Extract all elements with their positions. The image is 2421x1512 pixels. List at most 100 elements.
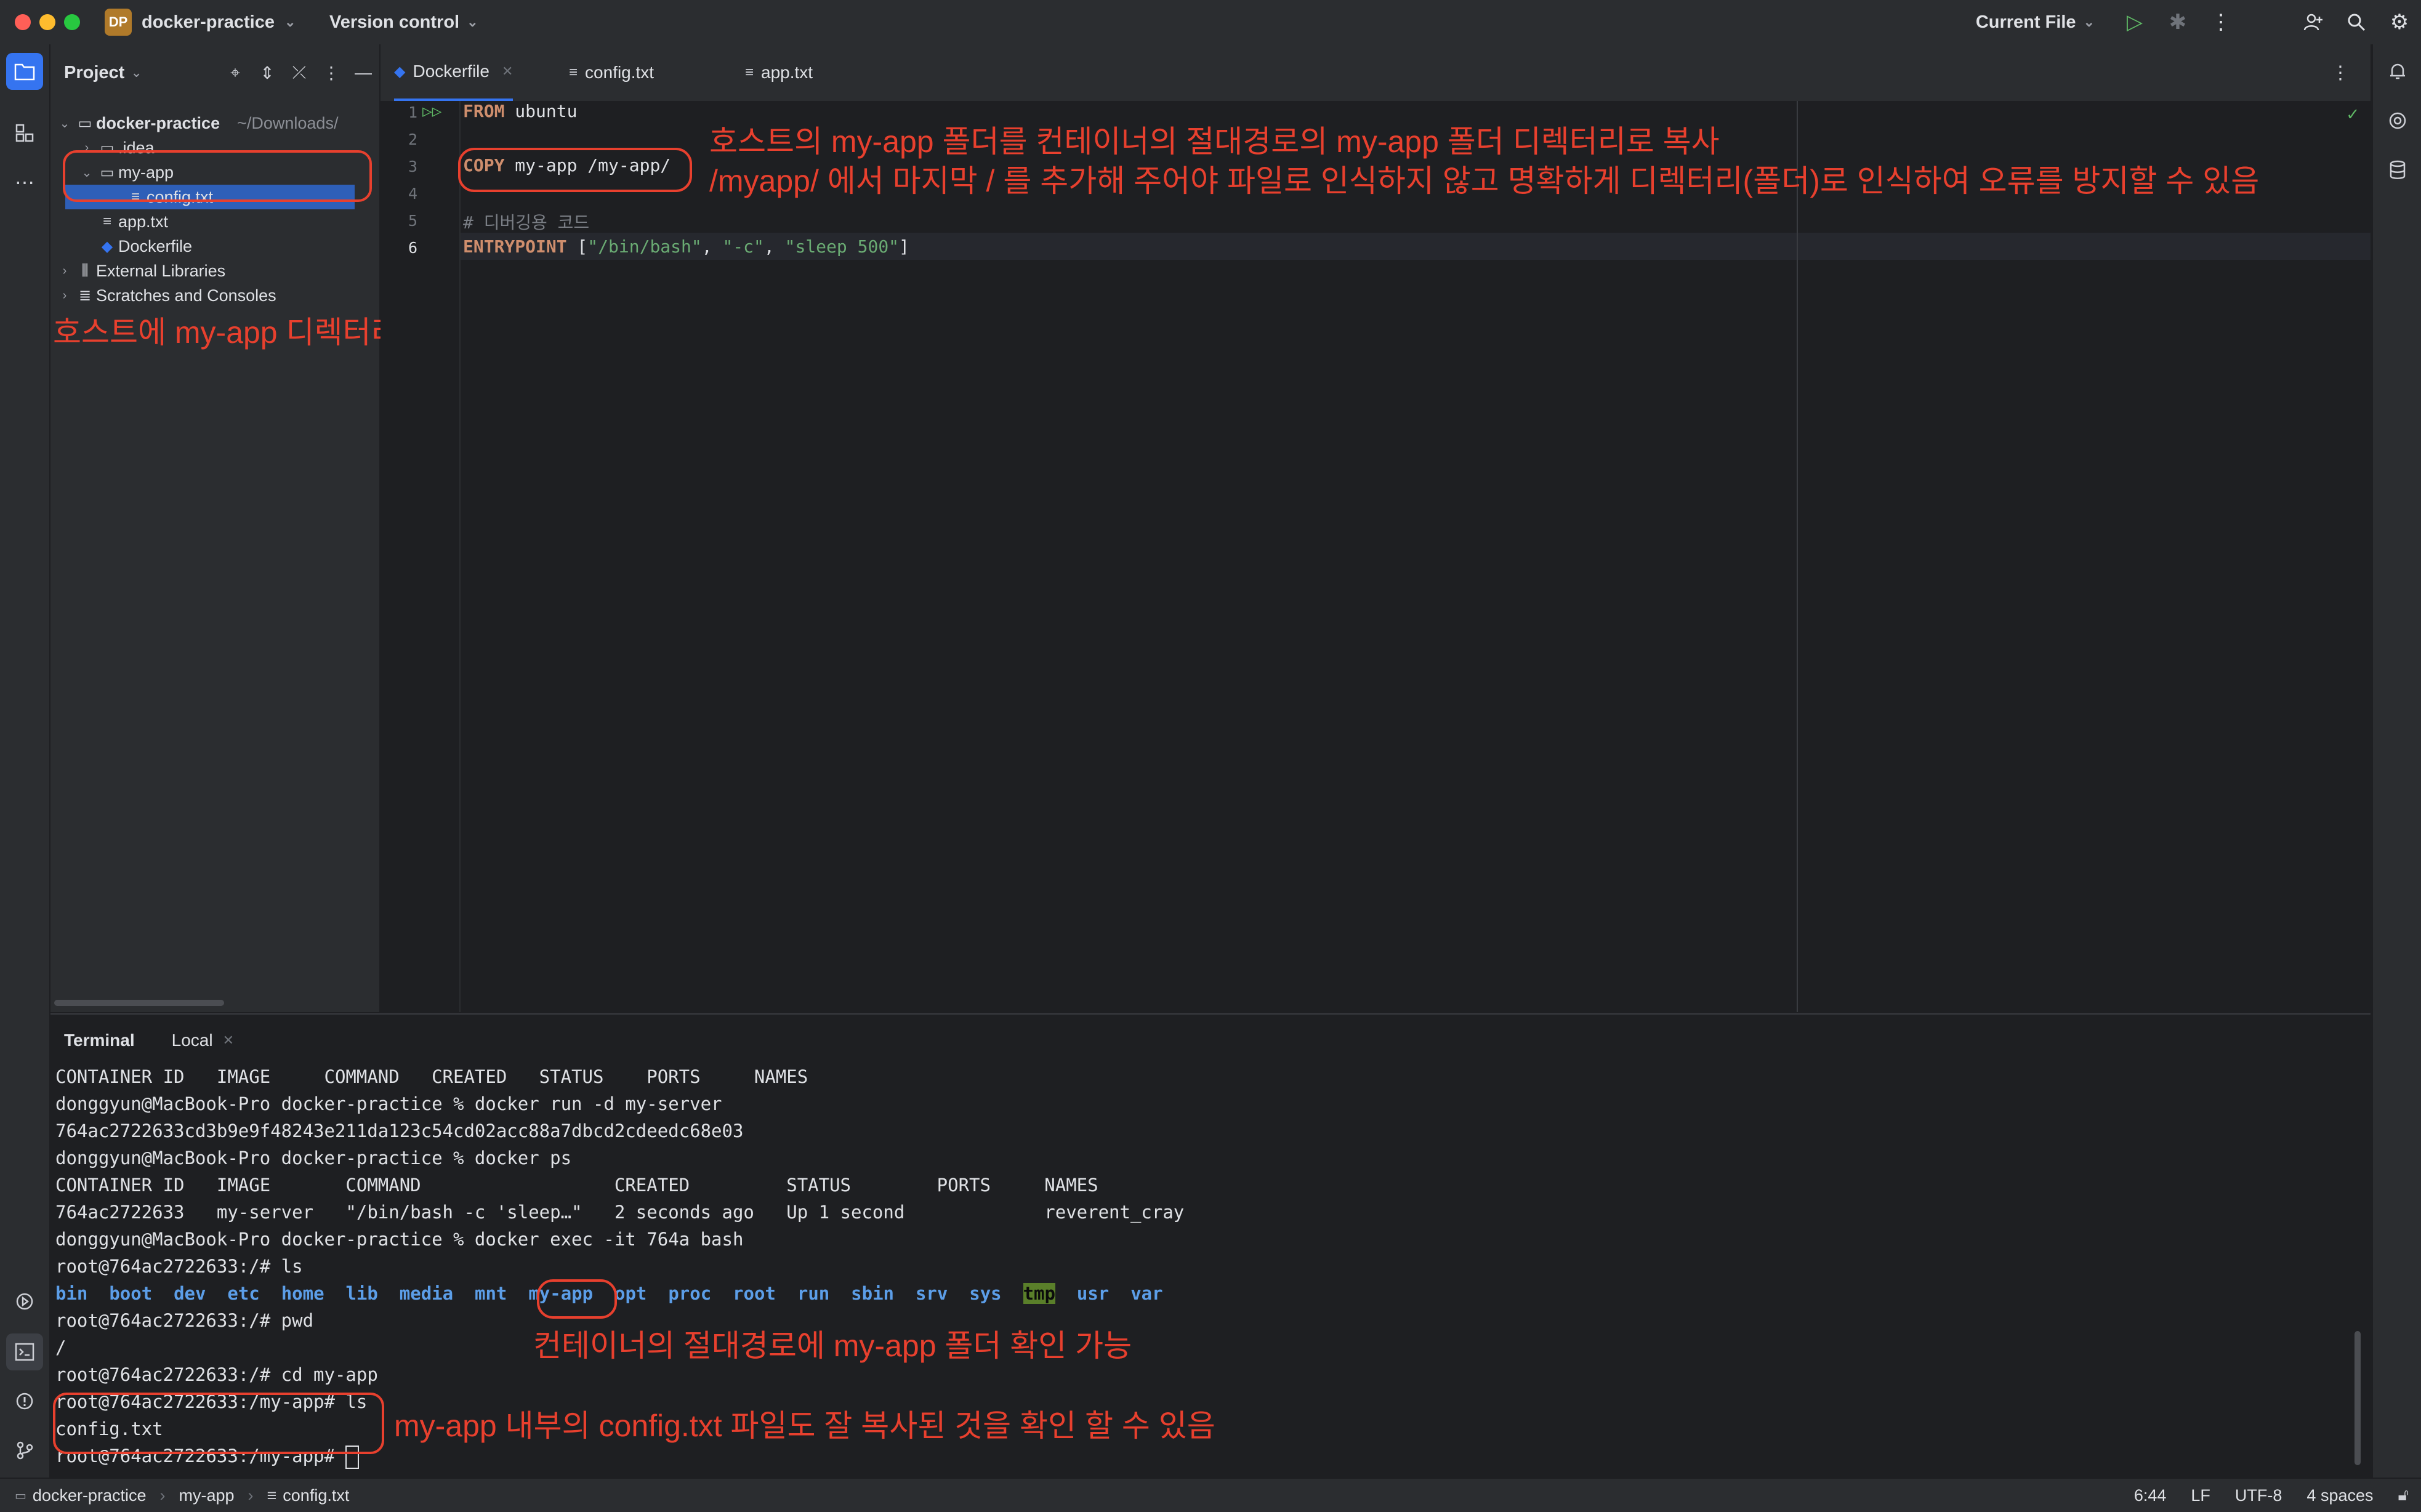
ai-assistant-icon[interactable]: [2379, 102, 2416, 139]
notifications-icon[interactable]: [2379, 53, 2416, 90]
collapsed-arrow-icon[interactable]: ›: [55, 264, 74, 278]
services-tool-icon[interactable]: [6, 1283, 43, 1320]
dir-entry: etc: [227, 1283, 260, 1304]
tree-item-external-libraries[interactable]: › ⫼ External Libraries: [50, 259, 379, 283]
right-margin-guide: [1797, 101, 1798, 1012]
close-icon[interactable]: ✕: [502, 63, 513, 79]
tree-root[interactable]: ⌄ ▭ docker-practice ~/Downloads/: [50, 111, 379, 135]
options-icon[interactable]: ⋮: [315, 63, 347, 83]
close-icon[interactable]: ✕: [223, 1032, 234, 1048]
run-gutter-icon[interactable]: ▷▷: [422, 102, 441, 121]
tab-app-txt[interactable]: ≡ app.txt: [745, 44, 813, 101]
tab-config-txt[interactable]: ≡ config.txt: [569, 44, 654, 101]
project-switcher[interactable]: DP docker-practice ⌄: [105, 9, 296, 36]
terminal-tool-icon[interactable]: [6, 1333, 43, 1370]
breadcrumb-item[interactable]: my-app: [179, 1486, 234, 1505]
project-panel-title[interactable]: Project: [64, 63, 124, 83]
terminal-line: donggyun@MacBook-Pro docker-practice % d…: [55, 1148, 572, 1168]
dir-entry: proc: [668, 1283, 712, 1304]
annotation-term-config: my-app 내부의 config.txt 파일도 잘 복사된 것을 확인 할 …: [394, 1409, 1215, 1443]
editor-tabs: ◆ Dockerfile ✕ ≡ config.txt ≡ app.txt ⋮: [381, 44, 2371, 102]
line-separator[interactable]: LF: [2191, 1486, 2210, 1505]
line-number: 2: [408, 131, 417, 148]
git-tool-icon[interactable]: [6, 1432, 43, 1469]
collapse-all-icon[interactable]: ⤫: [283, 63, 315, 83]
code-text: ,: [701, 236, 723, 257]
tab-options-icon[interactable]: ⋮: [2331, 44, 2350, 101]
terminal-line: /: [55, 1337, 66, 1358]
chevron-down-icon[interactable]: ⌄: [131, 65, 142, 81]
run-config-selector[interactable]: Current File ⌄: [1976, 12, 2095, 33]
line-number: 6: [408, 239, 417, 257]
locate-icon[interactable]: ⌖: [219, 63, 251, 83]
tab-label: app.txt: [761, 63, 813, 82]
dir-entry: media: [399, 1283, 454, 1304]
string-literal: "/bin/bash": [587, 236, 702, 257]
tab-dockerfile[interactable]: ◆ Dockerfile ✕: [394, 44, 514, 101]
breadcrumb-item[interactable]: config.txt: [283, 1486, 349, 1505]
dir-entry: sys: [969, 1283, 1002, 1304]
library-icon: ⫼: [81, 262, 89, 279]
project-badge: DP: [105, 9, 132, 36]
database-icon[interactable]: [2379, 151, 2416, 188]
minimize-window-button[interactable]: [39, 14, 55, 30]
terminal-line: 764ac2722633 my-server "/bin/bash -c 'sl…: [55, 1202, 1185, 1223]
highlight-box-copy: [458, 148, 692, 192]
tab-local[interactable]: Local: [172, 1031, 213, 1050]
zoom-window-button[interactable]: [64, 14, 80, 30]
tree-item-label: External Libraries: [96, 261, 226, 280]
close-window-button[interactable]: [15, 14, 31, 30]
run-icon[interactable]: ▷: [2113, 0, 2156, 44]
tree-item-label: Dockerfile: [118, 236, 193, 255]
hide-panel-icon[interactable]: —: [347, 63, 379, 82]
highlight-box-my-app: [63, 150, 372, 202]
structure-tool-icon[interactable]: [6, 115, 43, 151]
highlight-box-config: [53, 1393, 384, 1454]
code-text: ]: [899, 236, 909, 257]
line-number: 4: [408, 185, 417, 203]
expanded-arrow-icon[interactable]: ⌄: [55, 116, 74, 131]
version-control-menu[interactable]: Version control ⌄: [329, 9, 478, 36]
add-user-icon[interactable]: [2292, 0, 2335, 44]
terminal-line: donggyun@MacBook-Pro docker-practice % d…: [55, 1093, 722, 1114]
lock-icon[interactable]: 🔓︎: [2398, 1486, 2409, 1505]
collapsed-arrow-icon[interactable]: ›: [55, 289, 74, 303]
tree-item-label: Scratches and Consoles: [96, 286, 276, 305]
tree-item-scratches[interactable]: › ≣ Scratches and Consoles: [50, 283, 379, 308]
breadcrumb-item[interactable]: docker-practice: [33, 1486, 147, 1505]
highlight-box-my-app-dir: [537, 1279, 617, 1319]
line-number: 3: [408, 158, 417, 175]
indent-setting[interactable]: 4 spaces: [2306, 1486, 2373, 1505]
tab-label: config.txt: [585, 63, 655, 82]
title-bar: DP docker-practice ⌄ Version control ⌄ C…: [0, 0, 2421, 46]
dir-entry: sbin: [851, 1283, 895, 1304]
search-icon[interactable]: [2335, 0, 2378, 44]
dir-entry: lib: [345, 1283, 378, 1304]
gear-icon[interactable]: ⚙: [2378, 0, 2421, 44]
tree-item-label: app.txt: [118, 212, 169, 231]
more-tools-icon[interactable]: ⋯: [6, 164, 43, 201]
chevron-down-icon: ⌄: [284, 14, 296, 30]
code-text: ,: [763, 236, 785, 257]
vertical-scrollbar[interactable]: [2355, 1331, 2361, 1465]
tree-item-dockerfile[interactable]: ◆ Dockerfile: [50, 234, 379, 259]
text-file-icon: ≡: [745, 64, 754, 81]
tree-item-app-txt[interactable]: ≡ app.txt: [50, 209, 379, 234]
file-encoding[interactable]: UTF-8: [2235, 1486, 2282, 1505]
dir-entry: srv: [915, 1283, 948, 1304]
code-editor[interactable]: 1 2 3 4 5 6 ▷▷ FROM ubuntu COPY my-app /…: [381, 101, 2371, 1012]
project-panel-header: Project ⌄ ⌖ ⇕ ⤫ ⋮ —: [50, 44, 379, 101]
more-actions-icon[interactable]: ⋮: [2199, 0, 2242, 44]
keyword: FROM: [463, 101, 505, 121]
project-tool-icon[interactable]: [6, 53, 43, 90]
run-config-label: Current File: [1975, 12, 2076, 32]
dir-entry: run: [797, 1283, 830, 1304]
dir-entry: opt: [614, 1283, 647, 1304]
caret-position[interactable]: 6:44: [2134, 1486, 2167, 1505]
expand-all-icon[interactable]: ⇕: [251, 63, 283, 83]
debug-icon[interactable]: ✱: [2156, 0, 2199, 44]
dir-entry-tmp: tmp: [1023, 1283, 1055, 1304]
horizontal-scrollbar[interactable]: [54, 1000, 224, 1006]
line-gutter: 1 2 3 4 5 6 ▷▷: [381, 101, 461, 1012]
problems-tool-icon[interactable]: [6, 1383, 43, 1420]
